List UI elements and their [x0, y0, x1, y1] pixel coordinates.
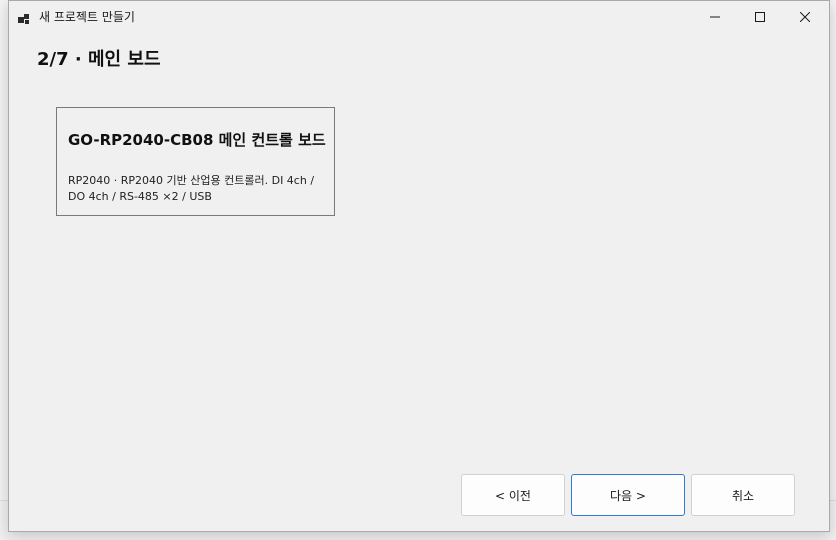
new-project-dialog: 새 프로젝트 만들기 2/7 · 메인 보드 GO-RP2040-CB08 메인…	[8, 0, 830, 532]
window-title: 새 프로젝트 만들기	[39, 10, 135, 24]
board-title: GO-RP2040-CB08 메인 컨트롤 보드	[68, 131, 326, 149]
minimize-icon	[710, 7, 720, 26]
title-bar[interactable]: 새 프로젝트 만들기	[9, 1, 829, 31]
prev-button[interactable]: < 이전	[461, 474, 565, 516]
close-button[interactable]	[782, 1, 828, 31]
step-heading: 2/7 · 메인 보드	[37, 49, 161, 70]
close-icon	[799, 7, 811, 26]
board-option-card[interactable]: GO-RP2040-CB08 메인 컨트롤 보드 RP2040 · RP2040…	[56, 107, 335, 216]
maximize-button[interactable]	[737, 1, 783, 31]
maximize-icon	[755, 7, 765, 26]
app-window-icon	[18, 10, 30, 24]
next-button[interactable]: 다음 >	[571, 474, 685, 516]
minimize-button[interactable]	[692, 1, 738, 31]
cancel-button[interactable]: 취소	[691, 474, 795, 516]
board-description: RP2040 · RP2040 기반 산업용 컨트롤러. DI 4ch / DO…	[68, 174, 315, 203]
